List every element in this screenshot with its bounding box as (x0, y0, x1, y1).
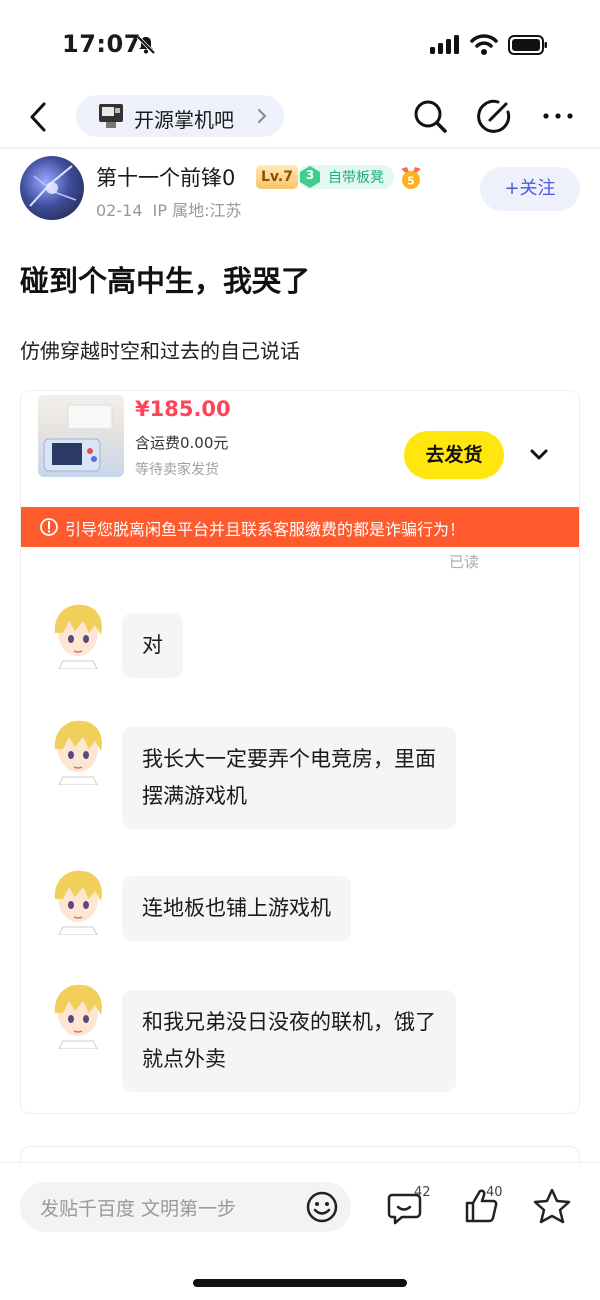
message-line: 摆满游戏机 (142, 784, 247, 808)
post-title: 碰到个高中生，我哭了 (20, 264, 311, 298)
product-thumbnail (38, 395, 124, 477)
back-icon[interactable] (24, 100, 54, 134)
order-price: ¥185.00 (135, 397, 231, 421)
star-icon[interactable] (532, 1187, 572, 1225)
status-bar: 17:07 (0, 0, 600, 88)
chat-avatar-icon (54, 984, 102, 1049)
handheld-console-icon (43, 404, 113, 472)
tag-label: 自带板凳 (328, 170, 384, 186)
bell-muted-icon (136, 35, 156, 55)
post-meta: 02-14 IP 属地:江苏 (96, 197, 242, 221)
author-name[interactable]: 第十一个前锋0 (96, 162, 235, 192)
chevron-down-icon[interactable] (527, 445, 551, 465)
forum-avatar-icon (99, 104, 123, 128)
post-image[interactable]: ¥185.00 含运费0.00元 等待卖家发货 去发货 引导您脱离闲鱼平台并且联… (20, 390, 580, 1114)
medal-icon: 5 (401, 167, 421, 189)
warning-text: 引导您脱离闲鱼平台并且联系客服缴费的都是诈骗行为！ (65, 520, 466, 539)
tag-number: 3 (305, 168, 315, 182)
post-location: IP 属地:江苏 (152, 201, 242, 220)
chat-message: 连地板也铺上游戏机 (122, 876, 351, 941)
chat-avatar-icon (54, 720, 102, 785)
message-line: 我长大一定要弄个电竞房，里面 (142, 747, 436, 771)
alert-icon (40, 518, 58, 536)
edit-icon[interactable] (474, 96, 514, 136)
chat-message: 对 (122, 613, 183, 678)
author-avatar[interactable] (20, 156, 84, 220)
status-time: 17:07 (62, 30, 141, 58)
message-line: 和我兄弟没日没夜的联机，饿了 (142, 1010, 436, 1034)
chat-message: 和我兄弟没日没夜的联机，饿了 就点外卖 (122, 990, 456, 1092)
comment-input[interactable]: 发贴千百度 文明第一步 (20, 1182, 351, 1232)
forum-link[interactable]: 开源掌机吧 (76, 95, 284, 137)
chat-message: 我长大一定要弄个电竞房，里面 摆满游戏机 (122, 727, 456, 829)
post-date: 02-14 (96, 201, 143, 220)
message-line: 对 (142, 633, 163, 657)
post-text: 仿佛穿越时空和过去的自己说话 (20, 339, 300, 363)
follow-button[interactable]: +关注 (480, 167, 580, 211)
signal-icon (430, 35, 459, 54)
battery-icon (508, 35, 547, 55)
home-indicator (193, 1279, 407, 1287)
chevron-right-icon (258, 109, 267, 123)
nav-bar: 开源掌机吧 (0, 88, 600, 146)
warning-banner: 引导您脱离闲鱼平台并且联系客服缴费的都是诈骗行为！ (21, 507, 579, 547)
chat-avatar-icon (54, 870, 102, 935)
message-line: 就点外卖 (142, 1047, 226, 1071)
like-count: 40 (486, 1185, 503, 1200)
level-badge: Lv.7 (256, 165, 298, 189)
svg-text:5: 5 (407, 175, 415, 188)
search-icon[interactable] (410, 96, 450, 136)
message-line: 连地板也铺上游戏机 (142, 896, 331, 920)
title-badge: 3 自带板凳 (298, 165, 394, 189)
read-status: 已读 (449, 553, 480, 571)
reply-count: 42 (414, 1185, 431, 1200)
chat-avatar-icon (54, 604, 102, 669)
wifi-icon (470, 34, 498, 55)
ship-button[interactable]: 去发货 (404, 431, 504, 479)
avatar-art-icon (29, 165, 77, 207)
more-icon[interactable] (540, 104, 576, 128)
nav-divider (0, 147, 600, 149)
emoji-icon[interactable] (305, 1190, 339, 1224)
comment-placeholder: 发贴千百度 文明第一步 (40, 1198, 237, 1220)
forum-name: 开源掌机吧 (134, 108, 234, 132)
order-shipping: 含运费0.00元 (135, 434, 229, 452)
order-status: 等待卖家发货 (135, 462, 219, 478)
